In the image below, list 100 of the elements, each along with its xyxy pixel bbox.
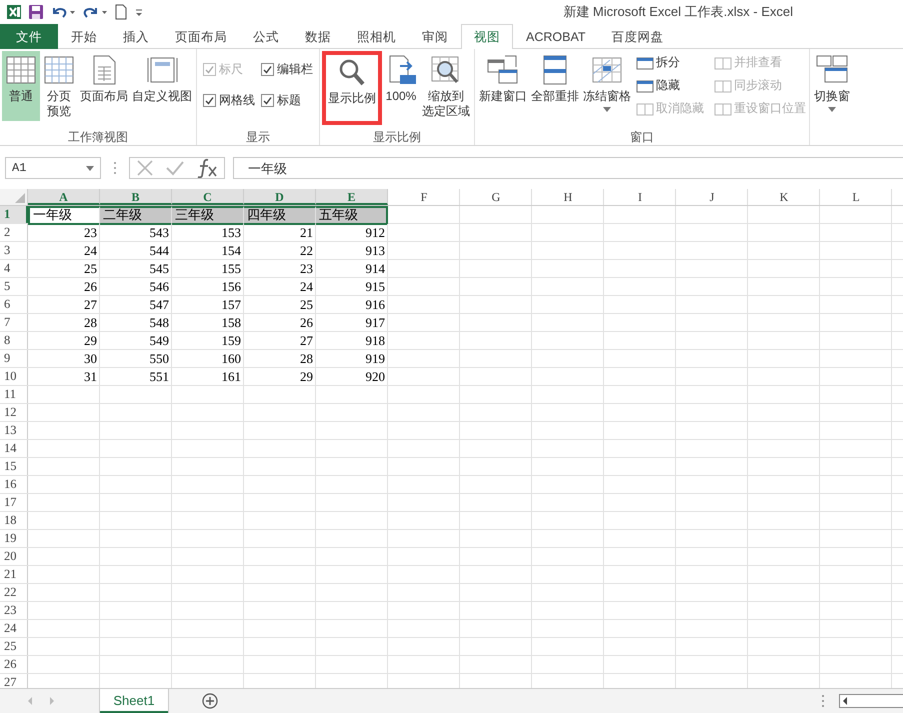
small-ribbon-button[interactable]: 拆分	[635, 51, 705, 74]
table-cell-text: 157	[220, 296, 242, 313]
sheet-tab[interactable]: Sheet1	[100, 689, 168, 713]
window-icon	[714, 102, 732, 116]
table-cell-text: 26	[83, 278, 98, 295]
group-label: 工作簿视图	[67, 129, 129, 145]
group-label: 显示比例	[372, 129, 422, 145]
check-icon[interactable]	[166, 159, 184, 177]
ribbon-button[interactable]: 显示比例	[322, 51, 382, 125]
table-cell-text: 543	[148, 224, 170, 241]
table-cell-text: 916	[364, 296, 386, 313]
table-cell-text: 29	[83, 332, 98, 349]
table-cell-text: 551	[148, 368, 170, 385]
column-header[interactable]: B	[100, 189, 172, 205]
table-cell-text: 546	[148, 278, 170, 295]
table-cell-text: 26	[299, 314, 314, 331]
spreadsheet-icon[interactable]	[6, 4, 22, 20]
table-cell-text: 912	[364, 224, 386, 241]
ribbon-button[interactable]: 缩放到 选定区域	[420, 51, 472, 121]
table-cell-text: 31	[83, 368, 98, 385]
table-cell-text: 919	[364, 350, 386, 367]
column-header[interactable]: A	[28, 189, 100, 205]
ribbon-button[interactable]: 新建窗口	[477, 51, 529, 121]
table-cell: 一年级	[28, 206, 100, 225]
table-cell-text: 153	[220, 224, 242, 241]
ribbon-button[interactable]: 100%	[382, 51, 420, 121]
add-sheet-icon[interactable]	[202, 693, 218, 709]
table-cell-text: 159	[220, 332, 242, 349]
table-cell-text: 913	[364, 242, 386, 259]
ribbon-tab[interactable]: 审阅	[409, 24, 461, 49]
column-header[interactable]: F	[388, 189, 460, 205]
ribbon-button[interactable]: 分页 预览	[40, 51, 78, 121]
table-cell-text: 918	[364, 332, 386, 349]
checkbox[interactable]	[261, 94, 274, 107]
table-cell-text: 22	[299, 242, 314, 259]
table-cell-text: 548	[148, 314, 170, 331]
window-icon	[714, 78, 732, 92]
ribbon-button[interactable]: 页面布局	[78, 51, 130, 121]
small-ribbon-button[interactable]: 隐藏	[635, 74, 705, 97]
ribbon-tab[interactable]: 插入	[110, 24, 162, 49]
spreadsheet-grid-icon	[4, 54, 38, 86]
table-cell-text: 914	[364, 260, 386, 277]
ribbon-button[interactable]: 全部重排	[529, 51, 581, 121]
ribbon-tab[interactable]: ACROBAT	[513, 24, 598, 49]
checkbox-option[interactable]: 标题	[261, 92, 313, 109]
table-cell: 二年级	[100, 206, 172, 225]
table-cell: 三年级	[172, 206, 244, 225]
table-cell-text: 156	[220, 278, 242, 295]
ribbon-button[interactable]: 切换窗	[812, 51, 852, 121]
table-cell: 四年级	[244, 206, 316, 225]
window-icon	[714, 56, 732, 70]
table-cell-text: 547	[148, 296, 170, 313]
grip-icon	[821, 694, 825, 708]
function-icon[interactable]	[196, 158, 218, 178]
checkbox-option[interactable]: 编辑栏	[261, 61, 313, 78]
row-header[interactable]: 1	[0, 206, 28, 223]
new-document-icon[interactable]	[114, 4, 128, 20]
ribbon-button[interactable]: 冻结窗格	[581, 51, 633, 121]
table-cell-text: 30	[83, 350, 98, 367]
column-header[interactable]: L	[820, 189, 892, 205]
ribbon-tab[interactable]: 照相机	[344, 24, 409, 49]
group-label: 显示	[245, 129, 271, 145]
checkbox-option[interactable]: 网格线	[203, 92, 255, 109]
ribbon-tab[interactable]: 页面布局	[162, 24, 240, 49]
table-cell: 五年级	[316, 206, 388, 225]
checkbox[interactable]	[203, 94, 216, 107]
table-cell-text: 158	[220, 314, 242, 331]
table-cell-text: 160	[220, 350, 242, 367]
column-header[interactable]: I	[604, 189, 676, 205]
ribbon-tab[interactable]: 公式	[240, 24, 292, 49]
horizontal-scrollbar[interactable]	[839, 694, 903, 708]
column-header[interactable]: C	[172, 189, 244, 205]
name-box[interactable]: A1	[5, 157, 101, 179]
grip-icon	[113, 161, 117, 175]
ribbon-button[interactable]: 普通	[2, 51, 40, 121]
formula-input[interactable]: 一年级	[233, 157, 903, 179]
table-cell-text: 25	[83, 260, 98, 277]
ribbon-tab[interactable]: 数据	[292, 24, 344, 49]
ribbon-button[interactable]: 自定义视图	[130, 51, 194, 121]
save-icon[interactable]	[28, 4, 44, 20]
checkbox[interactable]	[261, 63, 274, 76]
table-cell-text: 23	[83, 224, 98, 241]
table-cell-text: 161	[220, 368, 242, 385]
ribbon-tab[interactable]: 百度网盘	[598, 24, 676, 49]
column-header[interactable]: H	[532, 189, 604, 205]
table-cell-text: 920	[364, 368, 386, 385]
group-label: 窗口	[629, 129, 655, 145]
ribbon-tab[interactable]: 开始	[58, 24, 110, 49]
file-tab[interactable]: 文件	[0, 24, 58, 49]
column-header[interactable]: J	[676, 189, 748, 205]
column-header[interactable]: D	[244, 189, 316, 205]
table-cell-text: 24	[299, 278, 314, 295]
page-grid-icon	[42, 54, 76, 86]
table-cell-text: 917	[364, 314, 386, 331]
ribbon-tab[interactable]: 视图	[461, 24, 513, 49]
table-cell-text: 28	[299, 350, 314, 367]
column-header[interactable]: E	[316, 189, 388, 205]
column-header[interactable]: K	[748, 189, 820, 205]
table-cell-text: 21	[299, 224, 314, 241]
column-header[interactable]: G	[460, 189, 532, 205]
